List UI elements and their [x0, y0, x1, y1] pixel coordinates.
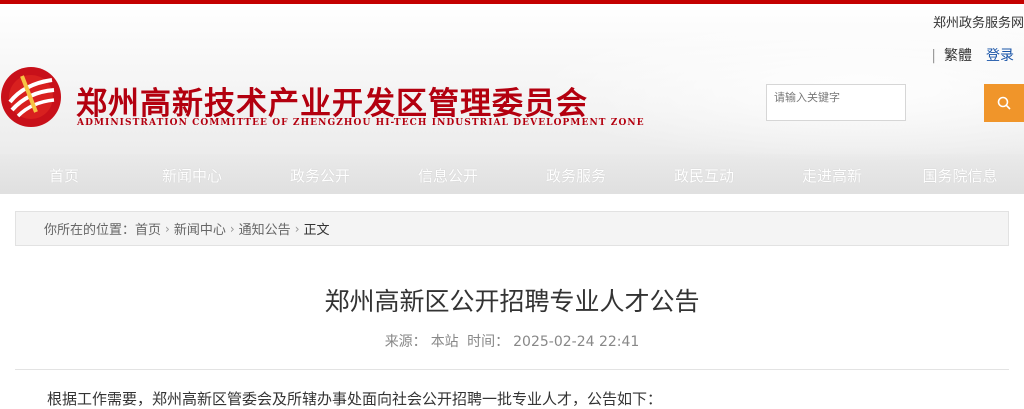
search-button[interactable]: [984, 84, 1024, 122]
site-subtitle: ADMINISTRATION COMMITTEE OF ZHENGZHOU HI…: [77, 118, 645, 128]
breadcrumb-notices[interactable]: 通知公告: [239, 219, 291, 238]
chevron-right-icon: ›: [294, 221, 300, 236]
nav-item-home[interactable]: 首页: [0, 154, 128, 194]
chevron-right-icon: ›: [229, 221, 235, 236]
breadcrumb-current: 正文: [303, 223, 330, 238]
nav-item-interaction[interactable]: 政民互动: [640, 154, 768, 194]
top-links: 郑州政务服务网 | 繁體 登录: [914, 12, 1024, 65]
breadcrumb-home[interactable]: 首页: [135, 219, 161, 238]
time-value: 2025-02-24 22:41: [513, 334, 640, 350]
top-separator: |: [931, 48, 936, 64]
site-header: 郑州政务服务网 | 繁體 登录 郑州高新技术产业开发区管理委员会 ADMINISTR…: [0, 4, 1024, 194]
article-meta: 来源： 本站 时间： 2025-02-24 22:41: [0, 331, 1024, 351]
chevron-right-icon: ›: [165, 221, 170, 236]
gov-service-link[interactable]: 郑州政务服务网: [914, 12, 1024, 31]
breadcrumb-news[interactable]: 新闻中心: [174, 219, 226, 238]
nav-item-info-disclosure[interactable]: 信息公开: [384, 154, 512, 194]
search-icon: [997, 96, 1011, 110]
source-label: 来源：: [384, 334, 427, 350]
lang-login-row: | 繁體 登录: [914, 45, 1024, 65]
nav-item-news[interactable]: 新闻中心: [128, 154, 256, 194]
breadcrumb-prefix: 你所在的位置：: [44, 223, 136, 238]
site-title[interactable]: 郑州高新技术产业开发区管理委员会: [76, 78, 588, 123]
article-body-first-line: 根据工作需要，郑州高新区管委会及所辖办事处面向社会公开招聘一批专业人才，公告如下…: [47, 390, 663, 408]
search-input[interactable]: 请输入关键字: [766, 84, 906, 121]
nav-item-government-affairs[interactable]: 政务公开: [256, 154, 384, 194]
time-label: 时间：: [467, 334, 510, 350]
meta-divider: [15, 369, 1009, 370]
main-nav: 首页 新闻中心 政务公开 信息公开 政务服务 政民互动 走进高新 国务院信息: [0, 154, 1024, 194]
article-title: 郑州高新区公开招聘专业人才公告: [324, 287, 700, 316]
breadcrumb: 你所在的位置： 首页 › 新闻中心 › 通知公告 › 正文: [15, 211, 1009, 246]
login-link[interactable]: 登录: [986, 48, 1014, 64]
nav-item-about-hitech[interactable]: 走进高新: [768, 154, 896, 194]
nav-item-state-council[interactable]: 国务院信息: [896, 154, 1024, 194]
nav-item-gov-services[interactable]: 政务服务: [512, 154, 640, 194]
source-value: 本站: [430, 334, 459, 350]
traditional-chinese-link[interactable]: 繁體: [944, 48, 972, 64]
zhengzhou-hitech-emblem-icon[interactable]: [0, 66, 62, 128]
